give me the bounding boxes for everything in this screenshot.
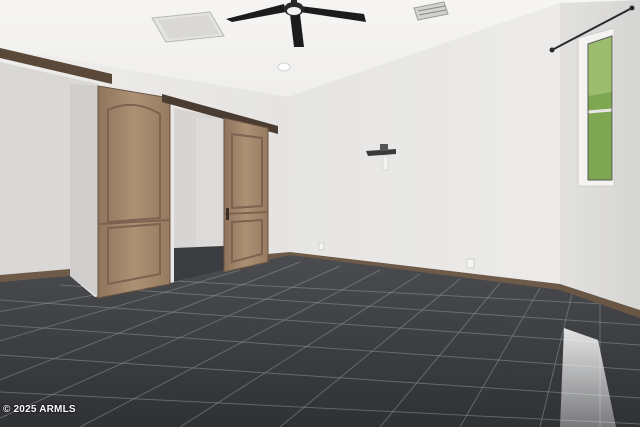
barn-door-left — [97, 85, 171, 299]
room-illustration — [0, 0, 640, 427]
outlet-icon-left — [318, 242, 325, 251]
closet-interior-wall — [70, 84, 98, 297]
watermark-text: 2025 ARMLS — [13, 404, 76, 415]
closet-inner-door — [196, 118, 222, 246]
barn-door-right — [223, 117, 269, 273]
vent-icon — [151, 11, 225, 43]
window — [577, 27, 615, 187]
room-photo: © 2025 ARMLS — [0, 0, 640, 427]
copyright-watermark: © 2025 ARMLS — [3, 404, 76, 415]
recessed-light-icon — [277, 62, 291, 72]
outlet-icon — [466, 258, 475, 269]
